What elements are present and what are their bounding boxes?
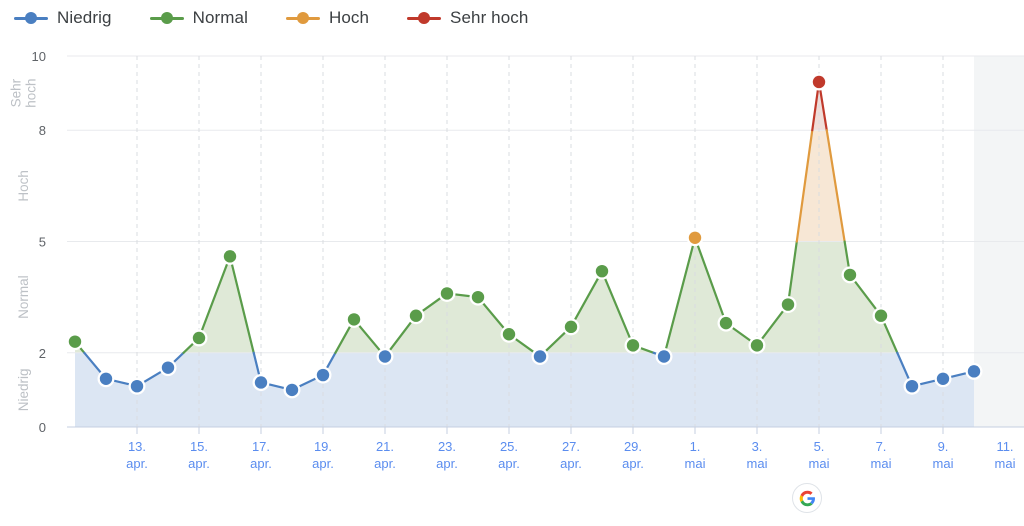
band-fill-hoch [75, 130, 974, 242]
x-tick-day: 11. [996, 439, 1013, 454]
data-point[interactable] [378, 350, 392, 363]
x-tick-month: apr. [312, 456, 334, 471]
band-fill-niedrig [75, 352, 974, 427]
x-tick-day: 21. [376, 439, 394, 454]
data-point[interactable] [657, 350, 671, 363]
x-tick-day: 7. [876, 439, 887, 454]
data-point[interactable] [130, 379, 144, 393]
band-label-sehr-hoch: hoch [24, 78, 39, 107]
data-point[interactable] [626, 339, 640, 352]
data-point[interactable] [471, 290, 485, 304]
x-tick-month: mai [809, 456, 830, 471]
y-tick-label: 8 [39, 123, 46, 138]
data-point[interactable] [843, 268, 857, 282]
x-tick-day: 17. [252, 439, 270, 454]
pollen-chart-page: Niedrig Normal Hoch Sehr hoch 0 2 5 8 10 Niedrig… [0, 0, 1024, 526]
band-fill-normal [75, 241, 974, 353]
band-label-niedrig: Niedrig [16, 369, 31, 412]
band-label-normal: Normal [16, 275, 31, 319]
band-label-sehr-hoch: Sehr [9, 78, 24, 107]
data-point[interactable] [161, 361, 175, 374]
x-tick-day: 5. [814, 439, 825, 454]
x-tick-day: 1. [690, 439, 701, 454]
x-tick-month: apr. [498, 456, 520, 471]
data-point[interactable] [409, 309, 423, 322]
data-point[interactable] [68, 335, 82, 348]
chart-plot-area: 0 2 5 8 10 Niedrig Normal Hoch Sehr hoch 13. apr. 15… [0, 0, 1024, 526]
chart-svg: 0 2 5 8 10 Niedrig Normal Hoch Sehr hoch 13. apr. 15… [9, 49, 1024, 471]
data-point[interactable] [595, 264, 609, 278]
data-point[interactable] [750, 339, 764, 352]
x-tick-month: apr. [560, 456, 582, 471]
y-tick-label: 10 [32, 49, 46, 64]
data-point[interactable] [440, 287, 454, 300]
data-point[interactable] [347, 313, 361, 326]
x-tick-day: 9. [938, 439, 949, 454]
x-tick-day: 13. [128, 439, 146, 454]
data-point[interactable] [905, 379, 919, 393]
x-tick-month: apr. [622, 456, 644, 471]
google-g-icon [792, 483, 822, 513]
x-tick-day: 15. [190, 439, 208, 454]
data-point[interactable] [781, 298, 795, 311]
y-tick-label: 2 [39, 346, 46, 361]
y-tick-label: 0 [39, 420, 46, 435]
x-tick-day: 23. [438, 439, 456, 454]
data-point[interactable] [316, 368, 330, 382]
x-tick-month: apr. [188, 456, 210, 471]
data-point[interactable] [254, 376, 268, 389]
x-tick-month: apr. [126, 456, 148, 471]
x-tick-month: mai [995, 456, 1016, 471]
x-tick-month: mai [871, 456, 892, 471]
data-point[interactable] [874, 309, 888, 322]
data-point[interactable] [99, 372, 113, 385]
x-tick-day: 27. [562, 439, 580, 454]
x-tick-day: 29. [624, 439, 642, 454]
x-tick-day: 25. [500, 439, 518, 454]
x-tick-day: 3. [752, 439, 763, 454]
x-tick-day: 19. [314, 439, 332, 454]
x-tick-month: mai [685, 456, 706, 471]
x-tick-month: mai [933, 456, 954, 471]
data-point[interactable] [688, 231, 702, 244]
data-point[interactable] [285, 383, 299, 397]
x-tick-month: apr. [250, 456, 272, 471]
y-tick-label: 5 [39, 235, 46, 250]
x-tick-month: mai [747, 456, 768, 471]
x-tick-month: apr. [374, 456, 396, 471]
data-point[interactable] [502, 328, 516, 341]
data-point[interactable] [719, 316, 733, 330]
band-label-hoch: Hoch [16, 170, 31, 202]
data-point[interactable] [533, 350, 547, 363]
band-fill-sehr-hoch [75, 81, 974, 131]
data-point[interactable] [192, 331, 206, 345]
data-point[interactable] [812, 75, 826, 89]
data-point[interactable] [564, 320, 578, 334]
data-point[interactable] [967, 365, 981, 378]
x-tick-month: apr. [436, 456, 458, 471]
data-point[interactable] [223, 250, 237, 263]
data-point[interactable] [936, 372, 950, 385]
